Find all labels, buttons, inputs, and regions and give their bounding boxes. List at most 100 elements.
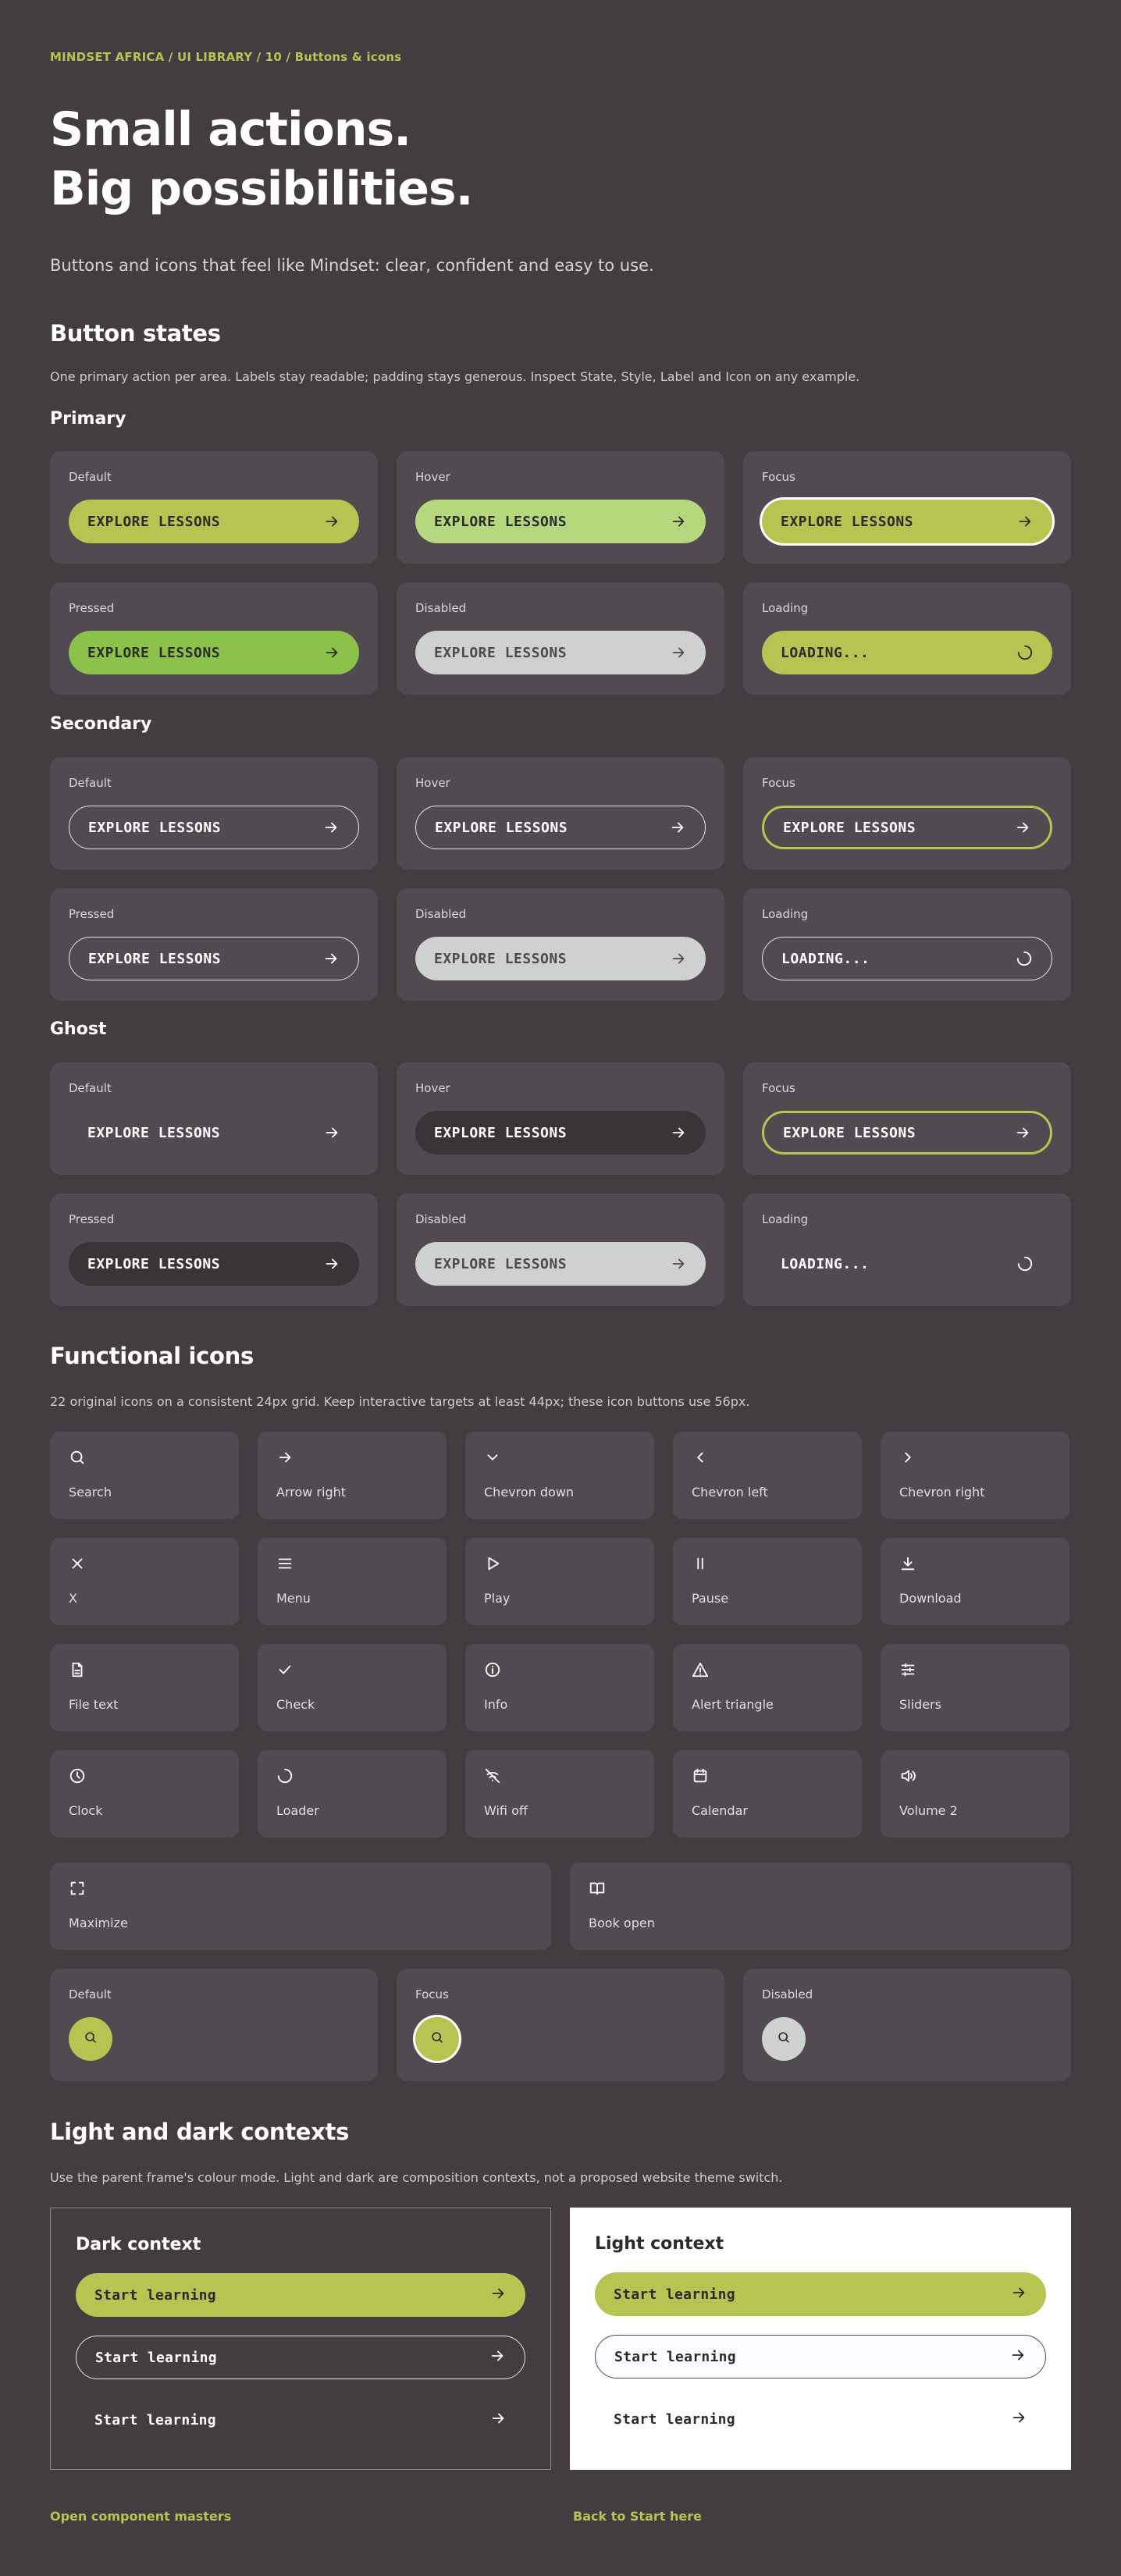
ghost-button-focus[interactable]: Explore lessons	[762, 1111, 1052, 1155]
state-label: Default	[69, 1987, 112, 2001]
ghost-button-default[interactable]: Explore lessons	[69, 1111, 359, 1155]
arrow-right-icon	[1009, 2347, 1027, 2368]
secondary-grid: Default Explore lessons Hover Explore le…	[50, 757, 1071, 1001]
state-card: Default Explore lessons	[50, 1062, 378, 1175]
icon-card-sliders: Sliders	[881, 1644, 1069, 1731]
maximize-icon	[69, 1880, 532, 1897]
wifi-off-icon	[484, 1767, 635, 1784]
icon-card-search: Search	[50, 1432, 239, 1519]
state-label: Focus	[415, 1987, 449, 2001]
icon-name: Info	[484, 1697, 508, 1712]
primary-button-pressed[interactable]: Explore lessons	[69, 631, 359, 674]
button-label: Explore lessons	[434, 950, 568, 967]
open-component-masters-link[interactable]: Open component masters	[50, 2509, 231, 2524]
icon-card-maximize: Maximize	[50, 1863, 551, 1950]
secondary-button-loading[interactable]: Loading...	[762, 937, 1052, 980]
ghost-button-pressed[interactable]: Explore lessons	[69, 1242, 359, 1286]
icon-card-chevron-down: Chevron down	[465, 1432, 654, 1519]
light-primary-button[interactable]: Start learning	[595, 2272, 1046, 2316]
primary-button-default[interactable]: Explore lessons	[69, 500, 359, 543]
arrow-right-icon	[323, 644, 340, 661]
icon-card-download: Download	[881, 1538, 1069, 1625]
arrow-right-icon	[322, 819, 340, 836]
search-icon	[429, 2030, 445, 2048]
state-card: Pressed Explore lessons	[50, 1194, 378, 1306]
primary-button-disabled: Explore lessons	[415, 631, 706, 674]
button-label: Explore lessons	[88, 950, 222, 967]
ghost-button-loading[interactable]: Loading...	[762, 1242, 1052, 1286]
chevron-down-icon	[484, 1449, 635, 1466]
clock-icon	[69, 1767, 220, 1784]
light-secondary-button[interactable]: Start learning	[595, 2335, 1046, 2379]
dark-ghost-button[interactable]: Start learning	[76, 2398, 525, 2442]
button-label: Explore lessons	[87, 513, 221, 530]
state-label: Default	[69, 1081, 112, 1095]
icon-name: Search	[69, 1485, 112, 1500]
arrow-right-icon	[1014, 819, 1031, 836]
breadcrumb[interactable]: MINDSET AFRICA / UI LIBRARY / 10 / Butto…	[50, 50, 401, 64]
state-label: Hover	[415, 776, 450, 790]
check-icon	[276, 1661, 428, 1678]
icon-card-book-open: Book open	[570, 1863, 1071, 1950]
section-title-contexts: Light and dark contexts	[50, 2119, 350, 2145]
state-label: Focus	[762, 470, 795, 484]
button-label: Explore lessons	[434, 644, 568, 661]
primary-grid: Default Explore lessons Hover Explore le…	[50, 451, 1071, 695]
icon-card-pause: Pause	[673, 1538, 862, 1625]
section-title-button-states: Button states	[50, 320, 221, 347]
state-label: Focus	[762, 1081, 795, 1095]
dark-primary-button[interactable]: Start learning	[76, 2273, 525, 2317]
icon-name: Download	[899, 1591, 962, 1606]
button-label: Explore lessons	[87, 1255, 221, 1272]
state-label: Default	[69, 776, 112, 790]
state-card: Default Explore lessons	[50, 451, 378, 564]
icon-name: Clock	[69, 1803, 103, 1818]
secondary-button-disabled: Explore lessons	[415, 937, 706, 980]
state-label: Hover	[415, 470, 450, 484]
arrow-right-icon	[323, 1255, 340, 1272]
icon-name: Menu	[276, 1591, 311, 1606]
primary-button-loading[interactable]: Loading...	[762, 631, 1052, 674]
light-ghost-button[interactable]: Start learning	[595, 2397, 1046, 2441]
button-label: Explore lessons	[783, 1124, 916, 1141]
arrow-right-icon	[1010, 2284, 1027, 2305]
ghost-button-hover[interactable]: Explore lessons	[415, 1111, 706, 1155]
icon-name: Chevron right	[899, 1485, 985, 1500]
arrow-right-icon	[489, 2285, 507, 2306]
icon-button-focus[interactable]	[415, 2017, 459, 2061]
secondary-button-focus[interactable]: Explore lessons	[762, 806, 1052, 849]
state-label: Loading	[762, 1212, 809, 1226]
state-label: Default	[69, 470, 112, 484]
dark-secondary-button[interactable]: Start learning	[76, 2336, 525, 2379]
arrow-right-icon	[670, 513, 687, 530]
section-description-functional-icons: 22 original icons on a consistent 24px g…	[50, 1394, 750, 1409]
arrow-right-icon	[323, 1124, 340, 1141]
hero-line-1: Small actions.	[50, 102, 411, 157]
arrow-right-icon	[670, 644, 687, 661]
secondary-button-pressed[interactable]: Explore lessons	[69, 937, 359, 980]
ghost-grid: Default Explore lessons Hover Explore le…	[50, 1062, 1071, 1306]
icon-name: Loader	[276, 1803, 319, 1818]
secondary-button-default[interactable]: Explore lessons	[69, 806, 359, 849]
info-icon	[484, 1661, 635, 1678]
button-label: Explore lessons	[783, 819, 916, 836]
back-to-start-link[interactable]: Back to Start here	[573, 2509, 702, 2524]
menu-icon	[276, 1555, 428, 1572]
download-icon	[899, 1555, 1051, 1572]
icon-name: Volume 2	[899, 1803, 958, 1818]
icon-name: Check	[276, 1697, 315, 1712]
secondary-button-hover[interactable]: Explore lessons	[415, 806, 706, 849]
search-icon	[69, 1449, 220, 1466]
arrow-right-icon	[1014, 1124, 1031, 1141]
light-context-panel: Light context Start learning Start learn…	[570, 2208, 1071, 2470]
primary-button-focus[interactable]: Explore lessons	[762, 500, 1052, 543]
state-card: Disabled Explore lessons	[397, 888, 724, 1001]
icon-name: Play	[484, 1591, 511, 1606]
icon-button-default[interactable]	[69, 2017, 112, 2061]
icon-name: Book open	[589, 1916, 655, 1930]
loader-icon	[276, 1767, 428, 1784]
ghost-button-disabled: Explore lessons	[415, 1242, 706, 1286]
loader-icon	[1016, 1255, 1034, 1272]
group-title-primary: Primary	[50, 409, 126, 429]
primary-button-hover[interactable]: Explore lessons	[415, 500, 706, 543]
